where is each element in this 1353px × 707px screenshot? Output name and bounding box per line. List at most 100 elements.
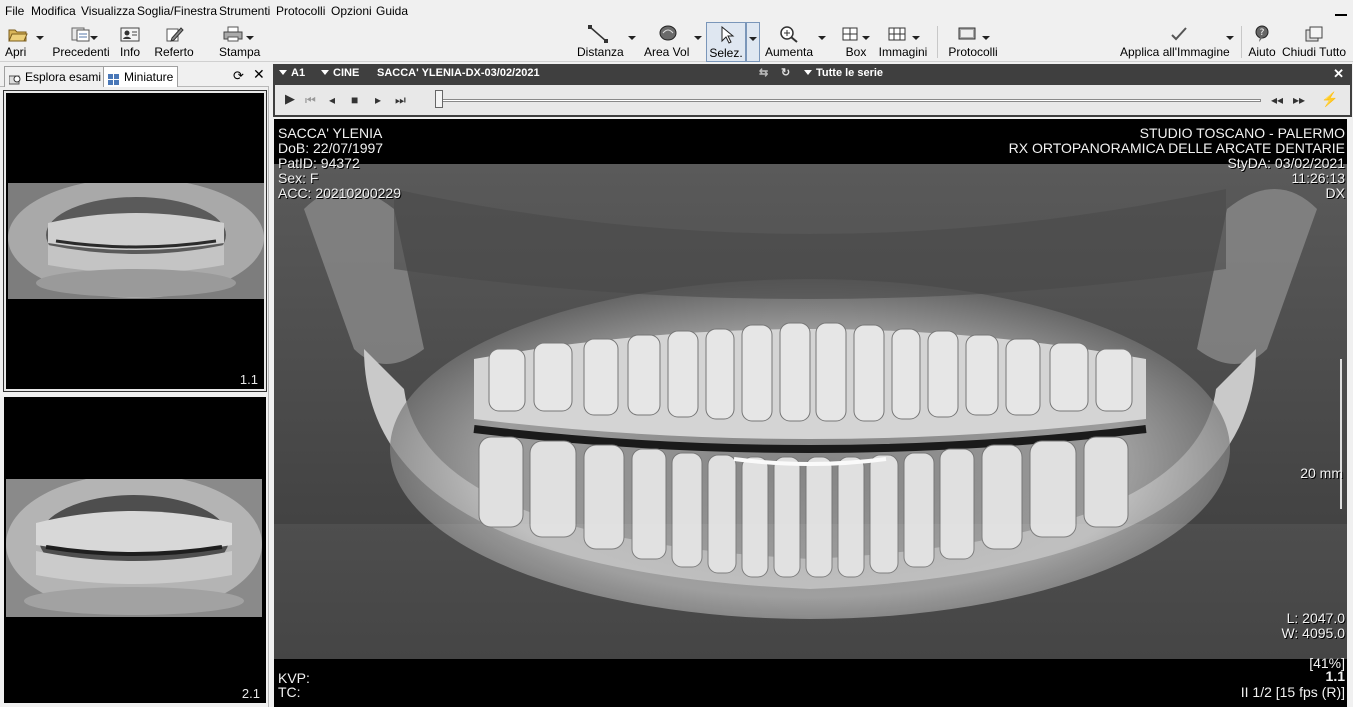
- previous-frame-icon[interactable]: ◂: [329, 93, 335, 107]
- sync-icon[interactable]: ↻: [781, 64, 790, 83]
- toolbar-separator: [937, 26, 938, 58]
- exam-description: RX ORTOPANORAMICA DELLE ARCATE DENTARIE: [1008, 140, 1345, 156]
- close-icon[interactable]: ✕: [1333, 64, 1344, 83]
- study-time: 11:26:13: [1291, 170, 1345, 186]
- stampa-button[interactable]: Stampa: [214, 22, 260, 62]
- thumbnail-label: 1.1: [239, 372, 258, 387]
- menu-guida[interactable]: Guida: [376, 5, 408, 18]
- cine-selector[interactable]: CINE: [321, 64, 359, 83]
- image-viewer: A1 CINE SACCA' YLENIA-DX-03/02/2021 ⇆ ↻ …: [272, 63, 1353, 707]
- window-width: W: 4095.0: [1281, 625, 1345, 641]
- box-label: Box: [845, 45, 867, 59]
- open-folder-icon: [8, 25, 28, 43]
- aumenta-button[interactable]: Aumenta: [762, 22, 828, 62]
- info-label: Info: [119, 45, 140, 59]
- patient-dob: DoB: 22/07/1997: [278, 140, 384, 156]
- immagini-button[interactable]: Immagini: [878, 22, 928, 62]
- first-frame-icon[interactable]: ⏮: [305, 93, 316, 108]
- faster-icon[interactable]: ▸▸: [1293, 93, 1305, 107]
- image-grid-icon: [887, 25, 907, 43]
- chevron-down-icon[interactable]: [90, 36, 98, 40]
- applica-button[interactable]: Applica all'Immagine: [1116, 22, 1234, 62]
- area-vol-label: Area Vol: [644, 45, 690, 59]
- checkmark-icon: [1169, 25, 1189, 43]
- chevron-down-icon: [749, 37, 757, 41]
- menu-protocolli[interactable]: Protocolli: [276, 5, 325, 18]
- svg-text:?: ?: [1260, 28, 1265, 38]
- protocolli-button[interactable]: Protocolli: [946, 22, 1000, 62]
- precedenti-button[interactable]: Precedenti: [50, 22, 112, 62]
- apri-button[interactable]: Apri: [2, 22, 46, 62]
- menu-file[interactable]: File: [5, 5, 24, 18]
- printer-icon: [223, 25, 243, 43]
- viewer-title: SACCA' YLENIA-DX-03/02/2021: [377, 67, 540, 79]
- thumbnail-1[interactable]: 1.1: [3, 90, 267, 392]
- scale-label: 20 mm: [1300, 465, 1343, 481]
- tab-esplora-esami[interactable]: Esplora esami: [4, 66, 107, 87]
- menu-bar: File Modifica Visualizza Soglia/Finestra…: [0, 0, 1353, 22]
- frame-slider-handle[interactable]: [435, 90, 443, 108]
- magnifier-zoom-icon: [779, 25, 799, 43]
- close-icon[interactable]: ✕: [253, 66, 265, 83]
- menu-modifica[interactable]: Modifica: [31, 5, 76, 18]
- chevron-down-icon[interactable]: [818, 36, 826, 40]
- applica-label: Applica all'Immagine: [1120, 45, 1230, 59]
- viewer-app: File Modifica Visualizza Soglia/Finestra…: [0, 0, 1353, 707]
- tab-miniature[interactable]: Miniature: [103, 66, 179, 87]
- play-icon[interactable]: ▶: [285, 91, 295, 107]
- chevron-down-icon[interactable]: [912, 36, 920, 40]
- ruler-line-icon: [588, 25, 608, 43]
- chevron-down-icon[interactable]: [36, 36, 44, 40]
- series-number: 1.1: [1325, 668, 1345, 684]
- apri-label: Apri: [5, 45, 27, 59]
- bounce-icon[interactable]: ⚡: [1321, 91, 1338, 108]
- chevron-down-icon[interactable]: [628, 36, 636, 40]
- laterality: DX: [1325, 185, 1345, 201]
- menu-soglia-finestra[interactable]: Soglia/Finestra: [137, 5, 217, 18]
- box-button[interactable]: Box: [838, 22, 874, 62]
- thumbnail-2[interactable]: 2.1: [4, 397, 266, 703]
- link-icon[interactable]: ⇆: [759, 64, 768, 83]
- aiuto-button[interactable]: ? Aiuto: [1246, 22, 1278, 62]
- id-card-icon: [120, 25, 140, 43]
- institution-name: STUDIO TOSCANO - PALERMO: [1139, 125, 1345, 141]
- study-date: StyDA: 03/02/2021: [1227, 155, 1345, 171]
- chevron-down-icon[interactable]: [246, 36, 254, 40]
- tab-esplora-label: Esplora esami: [25, 70, 102, 84]
- selez-dropdown[interactable]: [746, 22, 760, 62]
- stop-icon[interactable]: ■: [351, 93, 358, 107]
- area-vol-button[interactable]: Area Vol: [640, 22, 704, 62]
- distanza-label: Distanza: [577, 45, 624, 59]
- menu-strumenti[interactable]: Strumenti: [219, 5, 270, 18]
- referto-button[interactable]: Referto: [150, 22, 198, 62]
- distanza-button[interactable]: Distanza: [574, 22, 638, 62]
- chevron-down-icon: [321, 70, 329, 75]
- stampa-label: Stampa: [219, 45, 261, 59]
- chiudi-tutto-button[interactable]: Chiudi Tutto: [1282, 22, 1346, 62]
- menu-visualizza[interactable]: Visualizza: [81, 5, 135, 18]
- frame-slider-track[interactable]: [441, 99, 1261, 102]
- minimize-button[interactable]: [1335, 4, 1347, 16]
- accession-number: ACC: 20210200229: [278, 185, 401, 201]
- scale-ruler: [1330, 359, 1342, 509]
- chevron-down-icon: [804, 70, 812, 75]
- slower-icon[interactable]: ◂◂: [1271, 93, 1283, 107]
- next-frame-icon[interactable]: ▸: [375, 93, 381, 107]
- chevron-down-icon[interactable]: [982, 36, 990, 40]
- tc-label: TC:: [278, 684, 301, 700]
- layout-selector[interactable]: A1: [279, 64, 305, 83]
- left-panel: Esplora esami Miniature ⟳ ✕ 1.1 2.1: [0, 63, 269, 707]
- refresh-icon[interactable]: ⟳: [233, 68, 244, 84]
- menu-opzioni[interactable]: Opzioni: [331, 5, 372, 18]
- history-icon: [71, 25, 91, 43]
- series-selector[interactable]: Tutte le serie: [804, 64, 883, 83]
- chevron-down-icon[interactable]: [862, 36, 870, 40]
- chevron-down-icon[interactable]: [694, 36, 702, 40]
- info-button[interactable]: Info: [113, 22, 147, 62]
- selez-button[interactable]: Selez.: [706, 22, 746, 62]
- panoramic-xray-image[interactable]: SACCA' YLENIA DoB: 22/07/1997 PatID: 943…: [274, 119, 1347, 707]
- chevron-down-icon[interactable]: [1226, 36, 1234, 40]
- patient-sex: Sex: F: [278, 170, 319, 186]
- chiudi-tutto-label: Chiudi Tutto: [1282, 45, 1347, 59]
- last-frame-icon[interactable]: ⏭: [395, 93, 406, 108]
